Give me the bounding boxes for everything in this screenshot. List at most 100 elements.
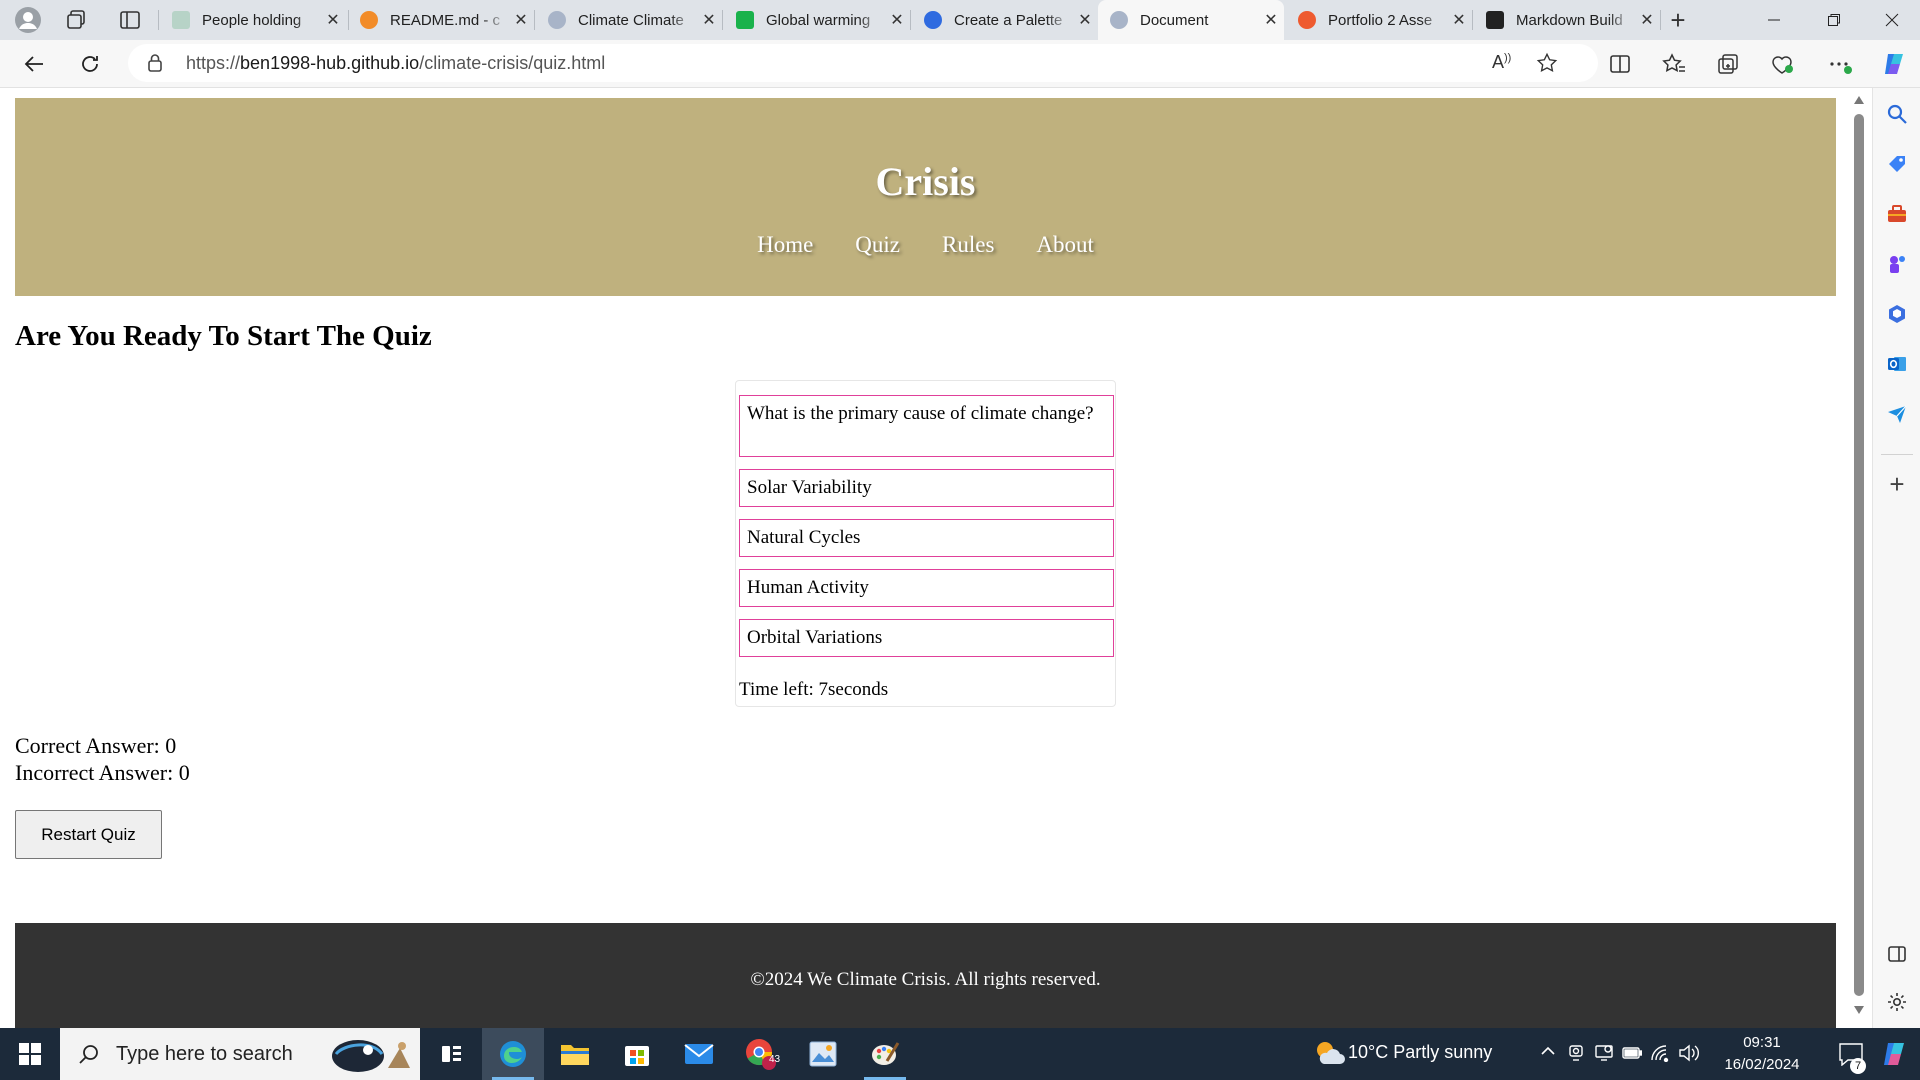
sidebar-games-icon[interactable]: [1885, 252, 1909, 276]
page-viewport: Crisis Home Quiz Rules About Are You Rea…: [0, 88, 1846, 1028]
taskbar-mail-icon[interactable]: [668, 1028, 730, 1080]
windows-taskbar: Type here to search 43 10°C Partly sunny: [0, 1028, 1920, 1080]
back-icon[interactable]: [18, 48, 50, 80]
sidebar-settings-gear-icon[interactable]: [1885, 990, 1909, 1014]
tab-favicon-icon: [1110, 11, 1128, 29]
edge-sidebar: +: [1872, 88, 1920, 1028]
search-highlight-image-icon[interactable]: [328, 1028, 418, 1080]
split-screen-icon[interactable]: [1604, 48, 1636, 80]
task-view-icon[interactable]: [420, 1028, 482, 1080]
answer-option-solar-variability[interactable]: Solar Variability: [739, 469, 1114, 507]
tab-portfolio[interactable]: Portfolio 2 Asse ✕: [1286, 4, 1472, 36]
favorites-icon[interactable]: [1658, 48, 1690, 80]
close-tab-icon[interactable]: ✕: [1634, 10, 1660, 30]
restore-icon[interactable]: [1806, 0, 1862, 40]
answer-option-natural-cycles[interactable]: Natural Cycles: [739, 519, 1114, 557]
windows-start-icon[interactable]: [0, 1028, 60, 1080]
address-bar[interactable]: https://ben1998-hub.github.io/climate-cr…: [128, 44, 1598, 82]
tab-global-warming[interactable]: Global warming ✕: [724, 4, 910, 36]
tab-climate-climate[interactable]: Climate Climate ✕: [536, 4, 722, 36]
tab-favicon-icon: [548, 11, 566, 29]
answer-option-orbital-variations[interactable]: Orbital Variations: [739, 619, 1114, 657]
taskbar-copilot-icon[interactable]: [1880, 1040, 1908, 1068]
volume-icon[interactable]: [1678, 1044, 1700, 1062]
close-tab-icon[interactable]: ✕: [508, 10, 534, 30]
nav-rules-link[interactable]: Rules: [942, 232, 994, 258]
notification-count-badge: 7: [1850, 1058, 1866, 1074]
wifi-icon[interactable]: [1650, 1044, 1670, 1062]
tab-readme[interactable]: README.md - c ✕: [348, 4, 534, 36]
show-hidden-icons-chevron-up-icon[interactable]: [1540, 1044, 1556, 1058]
quiz-card: What is the primary cause of climate cha…: [735, 380, 1116, 707]
collections-icon[interactable]: [1712, 48, 1744, 80]
scrollbar-thumb[interactable]: [1854, 114, 1864, 996]
taskbar-paint-icon[interactable]: [854, 1028, 916, 1080]
taskbar-file-explorer-icon[interactable]: [544, 1028, 606, 1080]
url-scheme: https://: [186, 52, 241, 73]
tab-people-holding[interactable]: People holding ✕: [160, 4, 346, 36]
sidebar-microsoft365-icon[interactable]: [1885, 302, 1909, 326]
score-panel: Correct Answer: 0 Incorrect Answer: 0: [15, 732, 190, 786]
tab-title: Climate Climate: [578, 11, 684, 29]
nav-home-link[interactable]: Home: [757, 232, 813, 258]
close-tab-icon[interactable]: ✕: [696, 10, 722, 30]
close-tab-icon[interactable]: ✕: [1072, 10, 1098, 30]
taskbar-chrome-icon[interactable]: 43: [730, 1028, 792, 1080]
tray-webcam-icon[interactable]: [1568, 1044, 1584, 1062]
clock[interactable]: 09:31 16/02/2024: [1712, 1032, 1812, 1076]
taskbar-search-box[interactable]: Type here to search: [60, 1028, 420, 1080]
tab-actions-icon[interactable]: [118, 8, 142, 32]
sidebar-outlook-icon[interactable]: [1885, 352, 1909, 376]
scroll-down-icon[interactable]: [1854, 1006, 1864, 1014]
tab-document[interactable]: Document ✕: [1098, 0, 1284, 40]
close-tab-icon[interactable]: ✕: [320, 10, 346, 30]
close-tab-icon[interactable]: ✕: [1446, 10, 1472, 30]
site-footer: ©2024 We Climate Crisis. All rights rese…: [15, 923, 1836, 1028]
tab-title: Portfolio 2 Asse: [1328, 11, 1433, 29]
profile-icon[interactable]: [14, 6, 42, 34]
tab-markdown-builder[interactable]: Markdown Build ✕: [1474, 4, 1660, 36]
taskbar-edge-icon[interactable]: [482, 1028, 544, 1080]
weather-icon[interactable]: [1312, 1038, 1346, 1068]
lock-icon[interactable]: [146, 53, 164, 73]
close-window-icon[interactable]: [1864, 0, 1920, 40]
answer-option-human-activity[interactable]: Human Activity: [739, 569, 1114, 607]
browser-essentials-icon[interactable]: [1766, 48, 1798, 80]
sidebar-panel-toggle-icon[interactable]: [1885, 942, 1909, 966]
search-placeholder: Type here to search: [116, 1042, 293, 1065]
scroll-up-icon[interactable]: [1854, 96, 1864, 104]
tab-create-palette[interactable]: Create a Palette ✕: [912, 4, 1098, 36]
site-title: Crisis: [875, 159, 976, 204]
copilot-icon[interactable]: [1878, 48, 1910, 80]
read-aloud-icon[interactable]: A)): [1492, 52, 1511, 73]
url-text[interactable]: https://ben1998-hub.github.io/climate-cr…: [186, 53, 605, 74]
sidebar-search-icon[interactable]: [1885, 102, 1909, 126]
clock-date: 16/02/2024: [1724, 1056, 1800, 1073]
quiz-question: What is the primary cause of climate cha…: [739, 395, 1114, 457]
restart-quiz-button[interactable]: Restart Quiz: [15, 810, 162, 859]
page-scrollbar[interactable]: [1846, 88, 1872, 1028]
close-tab-icon[interactable]: ✕: [884, 10, 910, 30]
more-options-icon[interactable]: [1824, 48, 1856, 80]
close-tab-icon[interactable]: ✕: [1258, 10, 1284, 30]
sidebar-drop-icon[interactable]: [1885, 402, 1909, 426]
minimize-icon[interactable]: [1746, 0, 1802, 40]
battery-icon[interactable]: [1622, 1046, 1642, 1060]
incorrect-answer-count: Incorrect Answer: 0: [15, 760, 190, 785]
taskbar-store-icon[interactable]: [606, 1028, 668, 1080]
tray-display-icon[interactable]: [1594, 1043, 1614, 1063]
weather-text[interactable]: 10°C Partly sunny: [1348, 1042, 1508, 1063]
tab-strip: People holding ✕ README.md - c ✕ Climate…: [0, 0, 1920, 40]
taskbar-photos-icon[interactable]: [792, 1028, 854, 1080]
new-tab-icon[interactable]: +: [1664, 5, 1692, 35]
sidebar-tools-icon[interactable]: [1885, 202, 1909, 226]
favorite-star-icon[interactable]: [1536, 52, 1558, 74]
refresh-icon[interactable]: [74, 48, 106, 80]
sidebar-add-icon[interactable]: +: [1885, 469, 1909, 499]
site-nav: Home Quiz Rules About: [15, 232, 1836, 258]
nav-about-link[interactable]: About: [1036, 232, 1094, 258]
tab-title: Markdown Build: [1516, 11, 1623, 29]
sidebar-shopping-icon[interactable]: [1885, 152, 1909, 176]
nav-quiz-link[interactable]: Quiz: [855, 232, 900, 258]
workspaces-icon[interactable]: [64, 8, 88, 32]
